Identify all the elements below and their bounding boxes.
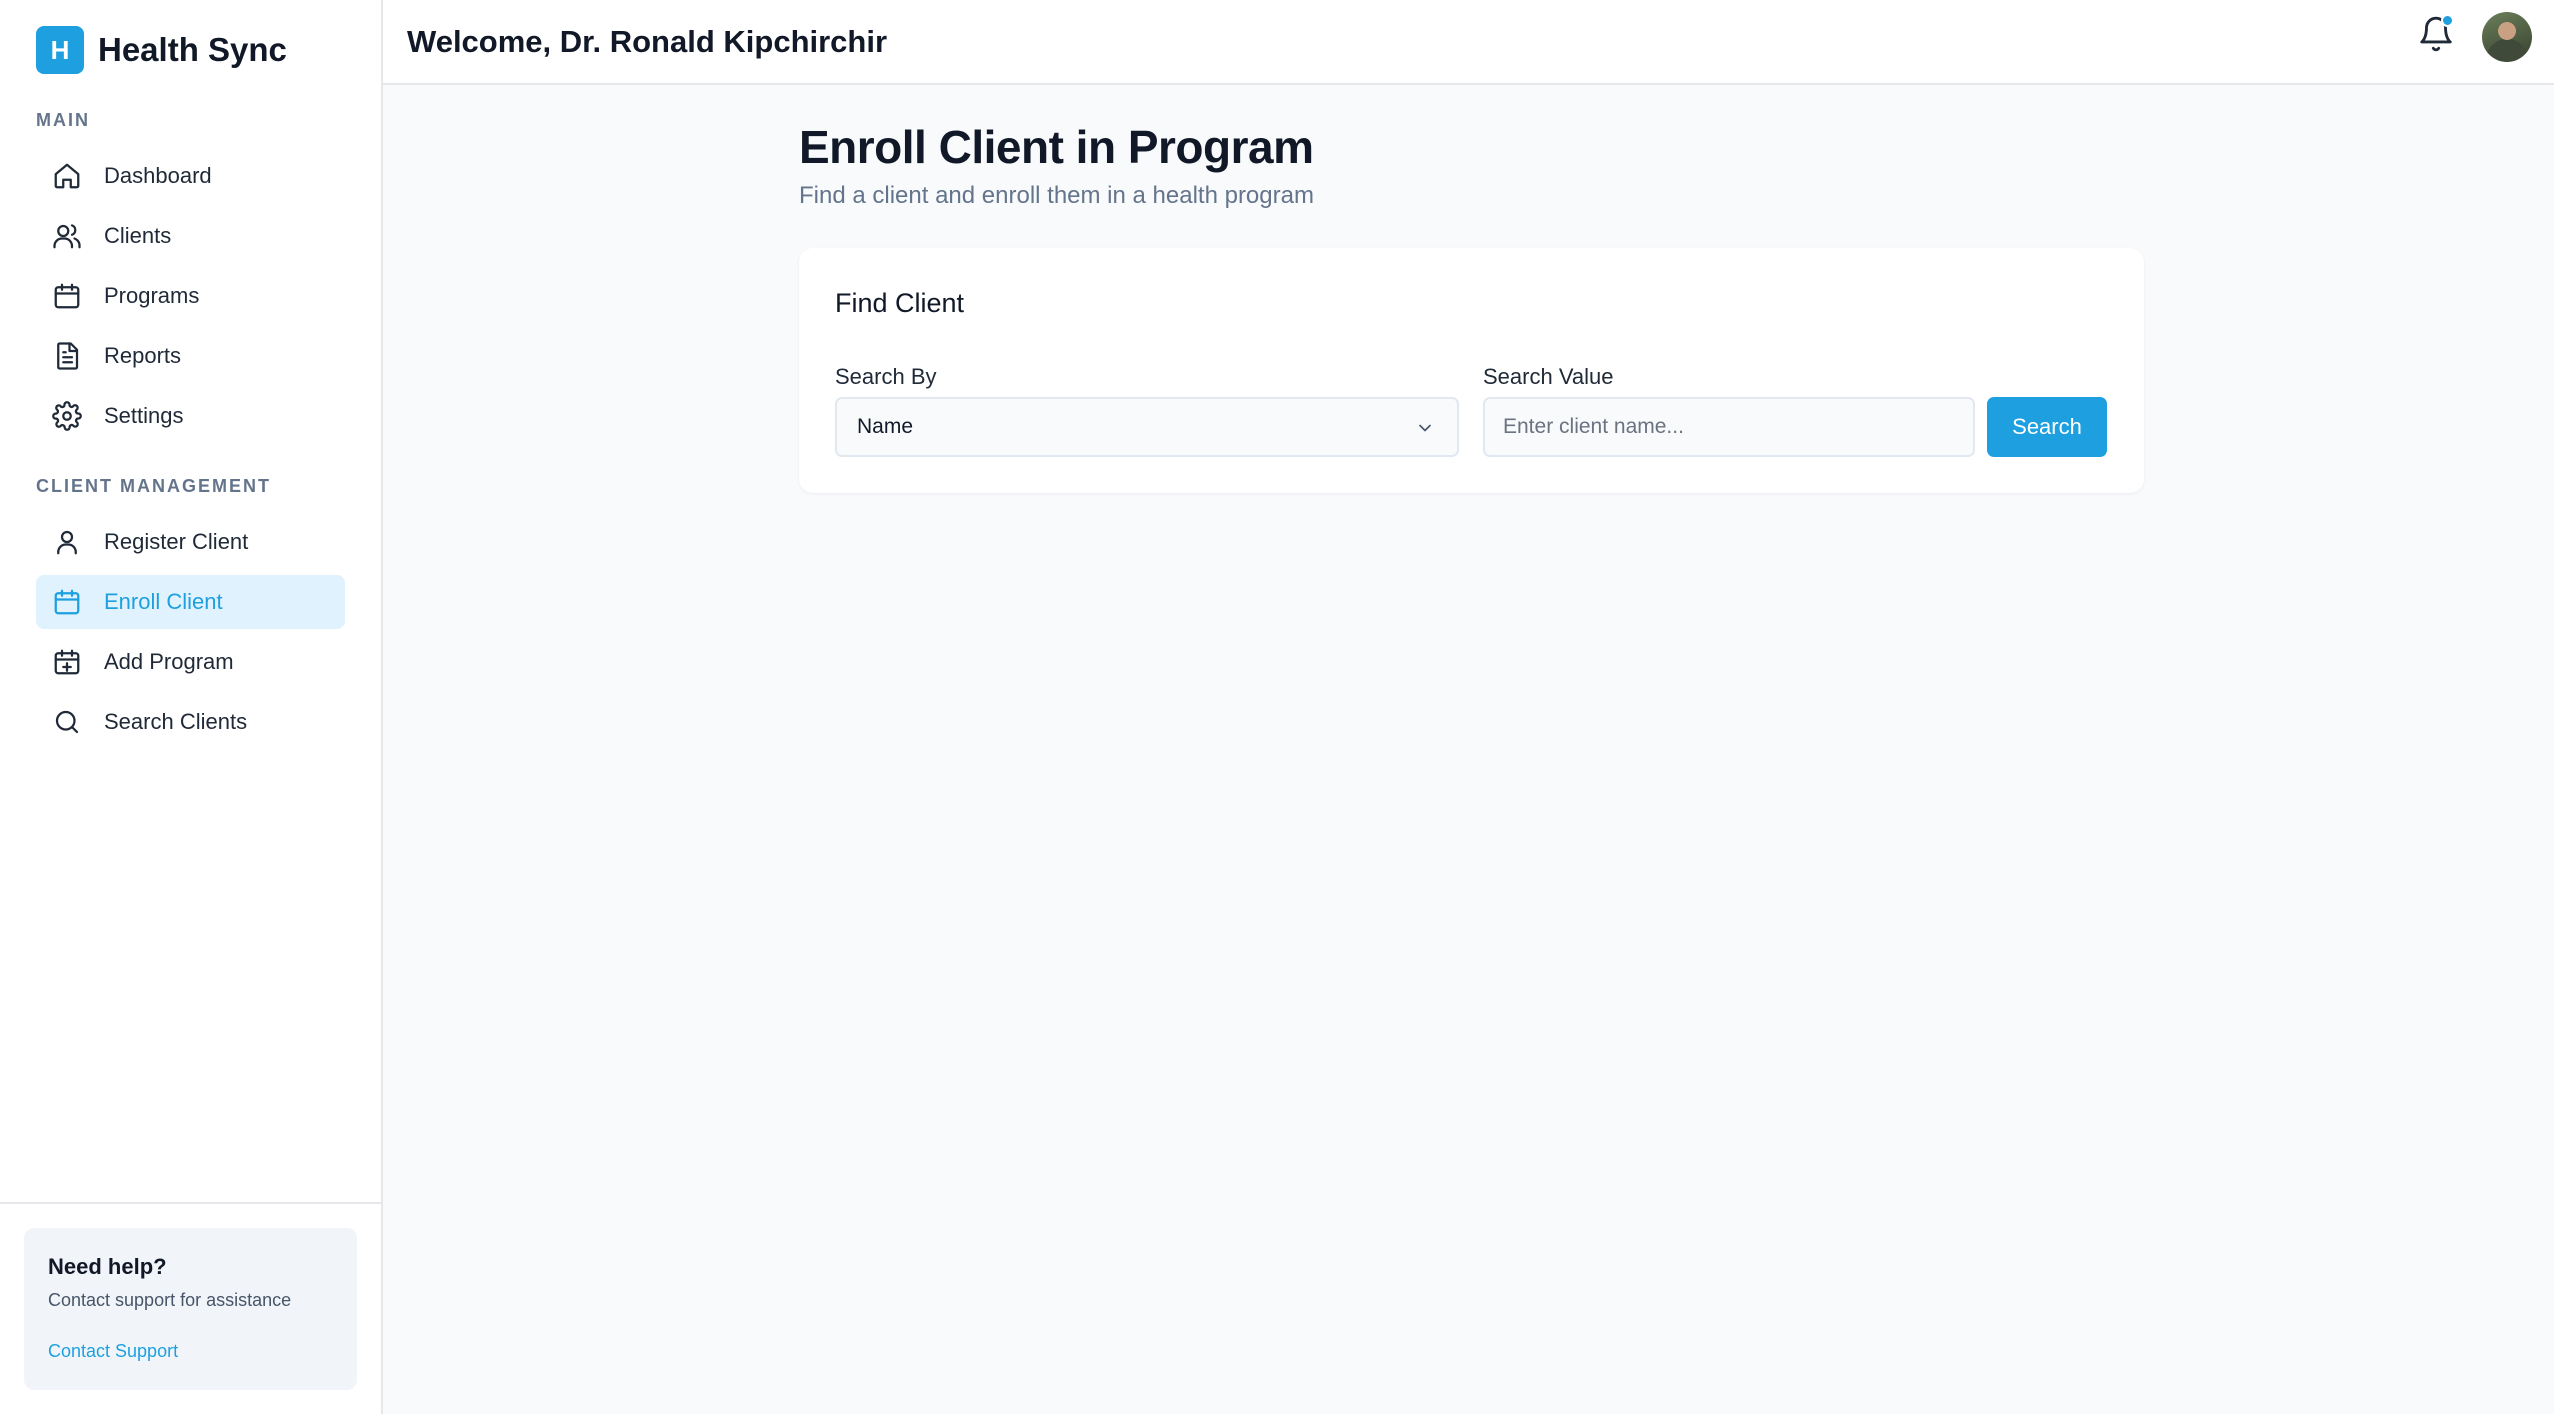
- contact-support-link[interactable]: Contact Support: [48, 1341, 178, 1362]
- help-title: Need help?: [48, 1254, 167, 1279]
- sidebar-item-settings[interactable]: Settings: [36, 389, 345, 443]
- sidebar-item-enroll-client[interactable]: Enroll Client: [36, 575, 345, 629]
- sidebar-section-main: MAIN Dashboard Clients Programs Reports …: [0, 110, 381, 449]
- page-content: Enroll Client in Program Find a client a…: [799, 120, 2144, 493]
- sidebar-item-clients[interactable]: Clients: [36, 209, 345, 263]
- section-title-main: MAIN: [36, 110, 90, 130]
- calendar-icon: [52, 587, 82, 617]
- sidebar-item-label: Dashboard: [104, 163, 212, 188]
- brand-name: Health Sync: [98, 31, 287, 68]
- avatar[interactable]: [2482, 12, 2532, 62]
- notifications-button[interactable]: [2414, 14, 2458, 58]
- search-by-select[interactable]: Name: [835, 397, 1459, 457]
- sidebar-section-client-management: CLIENT MANAGEMENT Register Client Enroll…: [0, 476, 381, 755]
- search-value-input[interactable]: [1483, 397, 1975, 457]
- calendar-icon: [52, 281, 82, 311]
- help-subtitle: Contact support for assistance: [48, 1290, 292, 1310]
- chevron-down-icon: [1415, 418, 1435, 438]
- top-bar: Welcome, Dr. Ronald Kipchirchir: [383, 0, 2554, 85]
- sidebar-item-label: Add Program: [104, 649, 234, 674]
- welcome-text: Welcome, Dr. Ronald Kipchirchir: [407, 23, 888, 59]
- search-icon: [52, 707, 82, 737]
- sidebar-item-label: Reports: [104, 343, 182, 368]
- page-subtitle: Find a client and enroll them in a healt…: [799, 182, 1314, 209]
- gear-icon: [52, 401, 82, 431]
- sidebar-item-label: Register Client: [104, 529, 249, 554]
- sidebar-item-register-client[interactable]: Register Client: [36, 515, 345, 569]
- sidebar-item-label: Programs: [104, 283, 200, 308]
- calendar-plus-icon: [52, 647, 82, 677]
- find-client-card: Find Client Search By Name Search Value …: [799, 248, 2144, 493]
- main-area: Welcome, Dr. Ronald Kipchirchir Enroll C…: [383, 0, 2554, 1414]
- sidebar-item-dashboard[interactable]: Dashboard: [36, 149, 345, 203]
- user-icon: [52, 527, 82, 557]
- document-icon: [52, 341, 82, 371]
- sidebar-item-label: Settings: [104, 403, 184, 428]
- users-icon: [52, 221, 82, 251]
- sidebar-item-label: Clients: [104, 223, 172, 248]
- search-value-label: Search Value: [1483, 364, 1614, 389]
- sidebar-item-label: Enroll Client: [104, 589, 223, 614]
- search-button[interactable]: Search: [1987, 397, 2107, 457]
- sidebar: H Health Sync MAIN Dashboard Clients Pro…: [0, 0, 383, 1414]
- search-by-value: Name: [857, 415, 914, 438]
- client-nav: Register Client Enroll Client Add Progra…: [0, 515, 381, 749]
- sidebar-item-programs[interactable]: Programs: [36, 269, 345, 323]
- home-icon: [52, 161, 82, 191]
- sidebar-item-label: Search Clients: [104, 709, 248, 734]
- sidebar-footer: Need help? Contact support for assistanc…: [0, 1202, 381, 1414]
- section-title-client-management: CLIENT MANAGEMENT: [36, 476, 271, 496]
- sidebar-item-search-clients[interactable]: Search Clients: [36, 695, 345, 749]
- page-title: Enroll Client in Program: [799, 121, 1314, 173]
- app-root: H Health Sync MAIN Dashboard Clients Pro…: [0, 0, 2554, 1414]
- brand[interactable]: H Health Sync: [0, 0, 381, 100]
- brand-logo: H: [36, 26, 84, 74]
- card-title: Find Client: [835, 288, 965, 318]
- notification-badge: [2441, 14, 2454, 27]
- search-by-label: Search By: [835, 364, 937, 389]
- main-nav: Dashboard Clients Programs Reports Setti…: [0, 149, 381, 443]
- help-card: Need help? Contact support for assistanc…: [24, 1228, 357, 1390]
- sidebar-item-reports[interactable]: Reports: [36, 329, 345, 383]
- sidebar-item-add-program[interactable]: Add Program: [36, 635, 345, 689]
